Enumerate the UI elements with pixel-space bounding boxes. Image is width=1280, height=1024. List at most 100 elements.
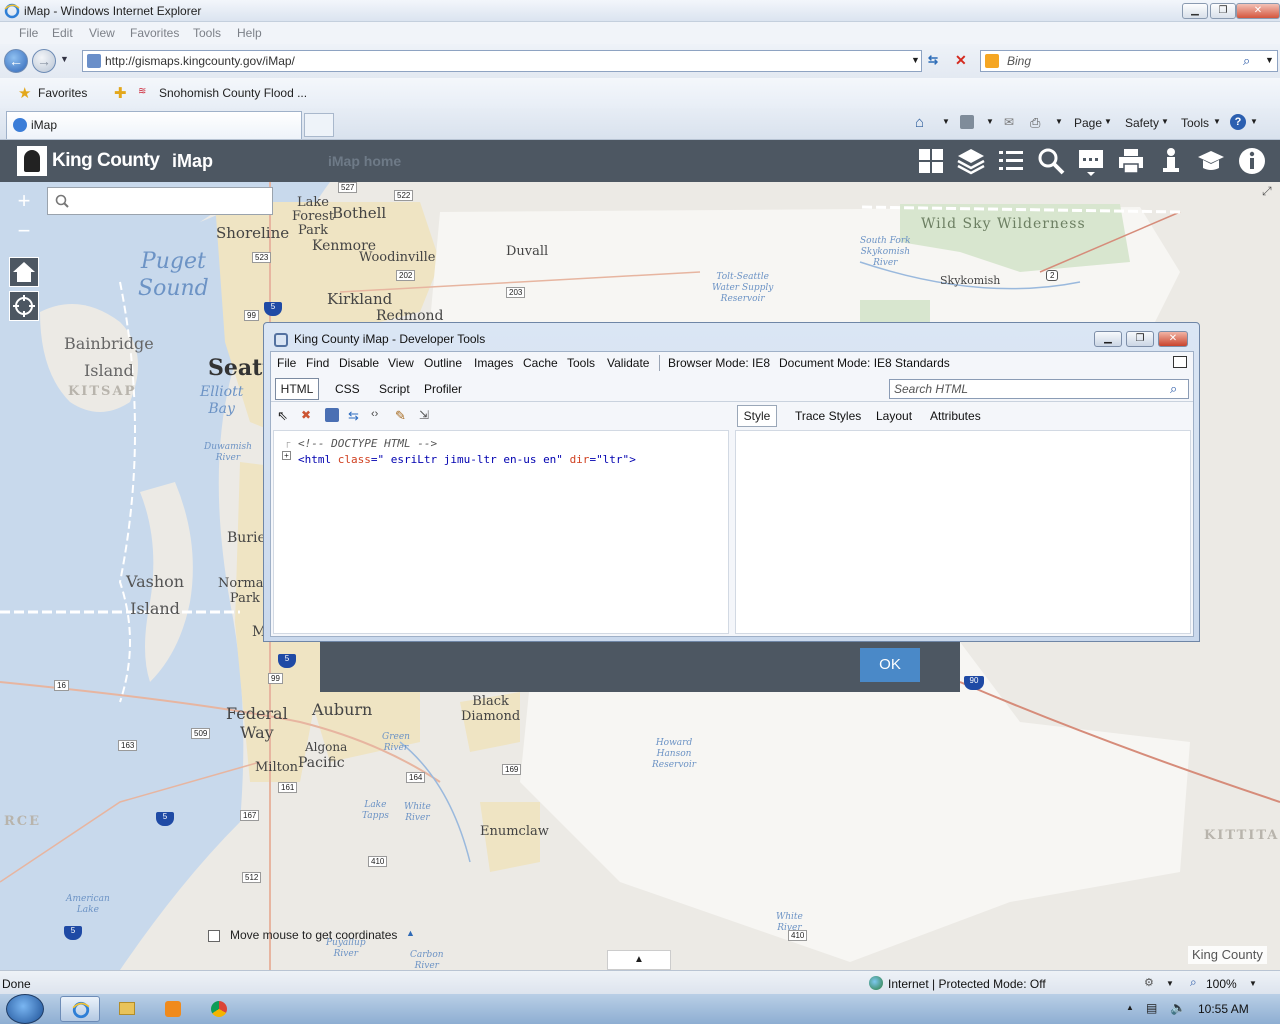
- safety-menu[interactable]: Safety: [1125, 116, 1159, 130]
- edit-icon[interactable]: ✎: [395, 408, 411, 424]
- volume-icon[interactable]: 🔈: [1170, 1000, 1186, 1016]
- map-search-input[interactable]: [47, 187, 273, 215]
- favorites-button[interactable]: Favorites: [38, 86, 87, 100]
- address-field[interactable]: http://gismaps.kingcounty.gov/iMap/ ▼: [82, 50, 922, 72]
- layers-icon[interactable]: [956, 146, 986, 176]
- search-icon[interactable]: [1036, 146, 1066, 176]
- dt-restore-button[interactable]: ❐: [1126, 331, 1154, 347]
- taskbar-media-player[interactable]: [152, 996, 192, 1022]
- page-menu[interactable]: Page: [1074, 116, 1102, 130]
- url-text[interactable]: http://gismaps.kingcounty.gov/iMap/: [105, 54, 295, 68]
- protected-mode-icon[interactable]: ⚙: [1144, 976, 1154, 989]
- graduation-cap-icon[interactable]: [1196, 146, 1226, 176]
- zoom-icon[interactable]: ⌕: [1190, 975, 1197, 990]
- dt-menu-disable[interactable]: Disable: [339, 356, 379, 370]
- menu-view[interactable]: View: [89, 26, 115, 40]
- home-dropdown-icon[interactable]: ▼: [942, 117, 950, 126]
- search-options-icon[interactable]: ▼: [1265, 55, 1274, 65]
- taskbar-file-explorer[interactable]: [106, 996, 146, 1022]
- clear-icon[interactable]: ✖: [301, 408, 317, 424]
- map-tools-icon[interactable]: [1076, 146, 1106, 176]
- page-dropdown-icon[interactable]: ▼: [1104, 117, 1112, 126]
- home-icon[interactable]: ⌂: [915, 114, 924, 131]
- word-wrap-icon[interactable]: ⇲: [419, 408, 435, 424]
- dt-tab-attributes[interactable]: Attributes: [930, 409, 981, 423]
- menu-help[interactable]: Help: [237, 26, 262, 40]
- dt-menu-outline[interactable]: Outline: [424, 356, 462, 370]
- grid-icon[interactable]: [916, 146, 946, 176]
- home-extent-button[interactable]: [9, 257, 39, 287]
- dt-tab-css[interactable]: CSS: [335, 382, 360, 396]
- dt-tab-style[interactable]: Style: [737, 405, 777, 427]
- status-dropdown-icon[interactable]: ▼: [1166, 979, 1174, 988]
- dt-menu-cache[interactable]: Cache: [523, 356, 558, 370]
- network-icon[interactable]: ▤: [1146, 1001, 1157, 1015]
- ok-button[interactable]: OK: [860, 648, 920, 682]
- dom-icon[interactable]: ‹›: [371, 408, 387, 424]
- stop-icon[interactable]: ✕: [955, 52, 967, 69]
- dt-menu-file[interactable]: File: [277, 356, 296, 370]
- help-icon[interactable]: ?: [1230, 114, 1246, 130]
- show-hidden-icons-icon[interactable]: ▲: [1126, 1003, 1134, 1012]
- zoom-dropdown-icon[interactable]: ▼: [1249, 979, 1257, 988]
- add-favorite-icon[interactable]: ✚: [114, 84, 127, 102]
- person-icon[interactable]: [1156, 146, 1186, 176]
- minimize-button[interactable]: ▁: [1182, 3, 1208, 19]
- zoom-out-button[interactable]: −: [12, 220, 36, 244]
- save-icon[interactable]: [325, 408, 339, 422]
- taskbar-internet-explorer[interactable]: [60, 996, 100, 1022]
- document-mode-menu[interactable]: Document Mode: IE8 Standards: [779, 356, 950, 370]
- start-button[interactable]: [6, 994, 44, 1024]
- print-icon[interactable]: ⎙: [1030, 115, 1040, 131]
- browser-mode-menu[interactable]: Browser Mode: IE8: [668, 356, 770, 370]
- tree-node-doctype-comment[interactable]: <!-- DOCTYPE HTML -->: [298, 437, 437, 450]
- locate-me-button[interactable]: [9, 291, 39, 321]
- menu-tools[interactable]: Tools: [193, 26, 221, 40]
- favorite-link-snohomish[interactable]: Snohomish County Flood ...: [159, 86, 307, 100]
- web-search-field[interactable]: Bing ⌕ ▼: [980, 50, 1278, 72]
- tools-dropdown-icon[interactable]: ▼: [1213, 117, 1221, 126]
- style-pane[interactable]: [735, 430, 1191, 634]
- select-element-icon[interactable]: ⇖: [277, 408, 293, 424]
- list-icon[interactable]: [996, 146, 1026, 176]
- back-button[interactable]: ←: [4, 49, 28, 73]
- tab-imap[interactable]: iMap: [6, 111, 302, 139]
- safety-dropdown-icon[interactable]: ▼: [1161, 117, 1169, 126]
- feeds-icon[interactable]: [960, 115, 974, 129]
- coordinates-toggle-icon[interactable]: ▲: [406, 928, 415, 938]
- close-button[interactable]: ✕: [1236, 3, 1280, 19]
- imap-home-link[interactable]: iMap home: [328, 153, 401, 169]
- dock-icon[interactable]: [1173, 356, 1187, 368]
- info-icon[interactable]: [1237, 146, 1267, 176]
- tree-node-html[interactable]: <html class=" esriLtr jimu-ltr en-us en"…: [298, 453, 636, 466]
- html-tree-pane[interactable]: ┌ <!-- DOCTYPE HTML --> + <html class=" …: [273, 430, 729, 634]
- feeds-dropdown-icon[interactable]: ▼: [986, 117, 994, 126]
- dt-menu-images[interactable]: Images: [474, 356, 513, 370]
- dt-tab-profiler[interactable]: Profiler: [424, 382, 462, 396]
- menu-favorites[interactable]: Favorites: [130, 26, 179, 40]
- dt-minimize-button[interactable]: ▁: [1094, 331, 1122, 347]
- search-icon[interactable]: ⌕: [1243, 53, 1250, 69]
- dt-menu-tools[interactable]: Tools: [567, 356, 595, 370]
- menu-edit[interactable]: Edit: [52, 26, 73, 40]
- king-county-logo[interactable]: [17, 146, 47, 176]
- refresh-icon[interactable]: ⇆: [348, 408, 364, 424]
- dt-menu-validate[interactable]: Validate: [607, 356, 649, 370]
- security-zone-text[interactable]: Internet | Protected Mode: Off: [888, 977, 1046, 991]
- help-dropdown-icon[interactable]: ▼: [1250, 117, 1258, 126]
- restore-button[interactable]: ❐: [1210, 3, 1236, 19]
- dt-tab-layout[interactable]: Layout: [876, 409, 912, 423]
- print-dropdown-icon[interactable]: ▼: [1055, 117, 1063, 126]
- expand-panel-button[interactable]: ▲: [607, 950, 671, 970]
- dt-tab-trace-styles[interactable]: Trace Styles: [795, 409, 861, 423]
- dt-tab-html[interactable]: HTML: [275, 378, 319, 400]
- favorites-star-icon[interactable]: ★: [18, 84, 31, 102]
- new-tab-button[interactable]: [304, 113, 334, 137]
- print-icon[interactable]: [1116, 146, 1146, 176]
- dt-close-button[interactable]: ✕: [1158, 331, 1188, 347]
- menu-file[interactable]: File: [19, 26, 38, 40]
- taskbar-chrome[interactable]: [198, 996, 238, 1022]
- expand-map-icon[interactable]: ⤢: [1262, 184, 1272, 199]
- search-icon[interactable]: ⌕: [1170, 381, 1177, 397]
- dt-menu-find[interactable]: Find: [306, 356, 329, 370]
